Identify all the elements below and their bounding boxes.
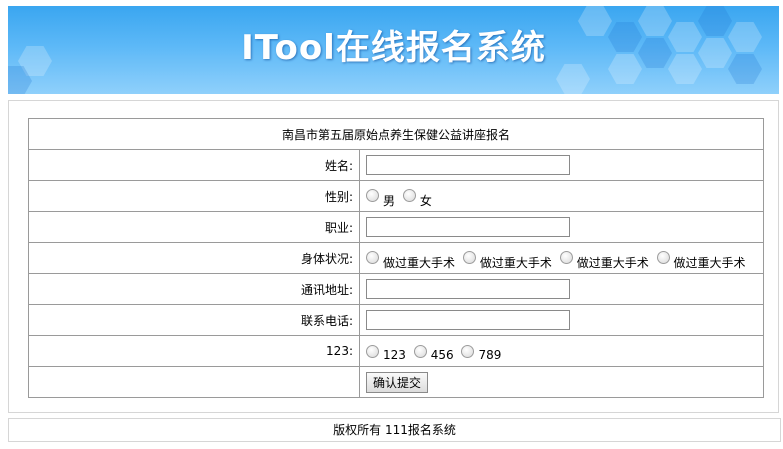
radio-button[interactable]	[366, 250, 379, 264]
address-label: 通讯地址:	[28, 273, 360, 305]
name-input[interactable]	[366, 155, 570, 175]
extra-option-456[interactable]: 456	[413, 344, 454, 362]
radio-button[interactable]	[656, 250, 670, 264]
address-row: 通讯地址:	[28, 273, 764, 305]
submit-button[interactable]: 确认提交	[366, 371, 429, 393]
health-option-1[interactable]: 做过重大手术	[366, 250, 455, 270]
job-input[interactable]	[366, 217, 570, 237]
registration-form: 南昌市第五届原始点养生保健公益讲座报名 姓名: 性别: 男 女 职业: 身体状况…	[28, 118, 764, 398]
footer-copyright: 版权所有 111报名系统	[8, 418, 781, 442]
radio-button[interactable]	[402, 188, 416, 202]
form-panel: 南昌市第五届原始点养生保健公益讲座报名 姓名: 性别: 男 女 职业: 身体状况…	[8, 100, 779, 413]
name-label: 姓名:	[28, 149, 360, 181]
radio-button[interactable]	[413, 345, 427, 358]
extra-option-789[interactable]: 789	[461, 344, 501, 362]
health-row: 身体状况: 做过重大手术 做过重大手术 做过重大手术 做过重大手术	[28, 242, 764, 274]
gender-option-female[interactable]: 女	[402, 188, 432, 208]
radio-button[interactable]	[366, 345, 379, 358]
job-row: 职业:	[28, 211, 764, 243]
gender-label: 性别:	[28, 180, 360, 212]
extra-row: 123: 123 456 789	[28, 335, 764, 367]
health-option-2[interactable]: 做过重大手术	[462, 250, 552, 270]
submit-row: 确认提交	[28, 366, 764, 398]
header-banner: ITool在线报名系统	[8, 6, 779, 94]
extra-option-123[interactable]: 123	[366, 344, 406, 362]
job-label: 职业:	[28, 211, 360, 243]
health-option-3[interactable]: 做过重大手术	[559, 250, 649, 270]
form-heading-row: 南昌市第五届原始点养生保健公益讲座报名	[28, 118, 764, 150]
phone-input[interactable]	[366, 310, 570, 330]
radio-button[interactable]	[559, 250, 573, 264]
site-title: ITool在线报名系统	[241, 28, 546, 68]
name-row: 姓名:	[28, 149, 764, 181]
radio-button[interactable]	[461, 345, 475, 358]
address-input[interactable]	[366, 279, 570, 299]
gender-row: 性别: 男 女	[28, 180, 764, 212]
radio-button[interactable]	[462, 250, 476, 264]
form-heading: 南昌市第五届原始点养生保健公益讲座报名	[28, 118, 764, 150]
phone-label: 联系电话:	[28, 304, 360, 336]
health-label: 身体状况:	[28, 242, 360, 274]
extra-label: 123:	[28, 335, 360, 367]
gender-option-male[interactable]: 男	[366, 188, 395, 208]
radio-button[interactable]	[366, 188, 379, 202]
phone-row: 联系电话:	[28, 304, 764, 336]
empty-cell	[28, 366, 360, 398]
health-option-4[interactable]: 做过重大手术	[656, 250, 746, 270]
